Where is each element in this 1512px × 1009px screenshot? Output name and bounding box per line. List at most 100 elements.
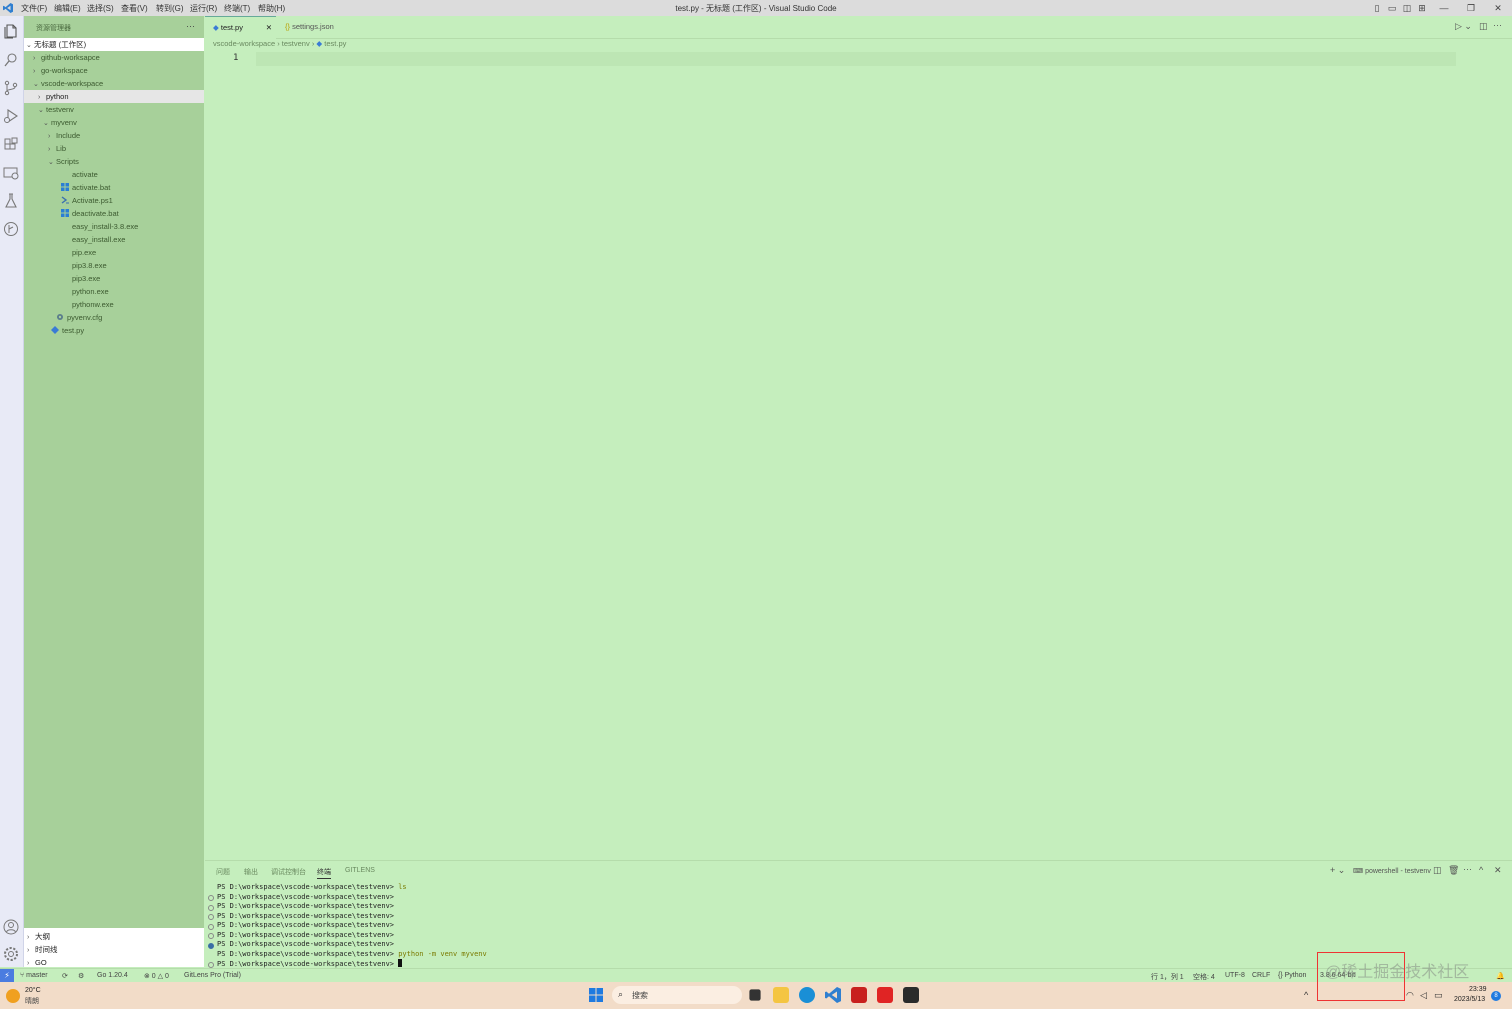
minimize-button[interactable]: — bbox=[1438, 2, 1450, 14]
tab-test-py[interactable]: ◆ test.py ✕ bbox=[205, 16, 276, 39]
menu-item[interactable]: 编辑(E) bbox=[54, 3, 81, 14]
panel-tab[interactable]: 调试控制台 bbox=[271, 867, 306, 877]
panel-tab[interactable]: 输出 bbox=[244, 867, 258, 877]
terminal-name[interactable]: ⌨ powershell - testvenv bbox=[1353, 867, 1431, 875]
tree-folder[interactable]: ⌄ Scripts bbox=[24, 155, 204, 168]
problems-status[interactable]: ⊗ 0 △ 0 bbox=[144, 972, 169, 980]
vscode-taskbar-icon[interactable] bbox=[825, 987, 841, 1003]
layout-toggle-sidebar-icon[interactable]: ▯ bbox=[1371, 2, 1383, 14]
start-windows-icon[interactable] bbox=[588, 987, 604, 1003]
run-debug-icon[interactable] bbox=[2, 107, 20, 125]
tree-folder[interactable]: › Include bbox=[24, 129, 204, 142]
remote-indicator-icon[interactable]: ⚡ bbox=[0, 969, 14, 983]
explorer-icon[interactable] bbox=[2, 22, 20, 40]
tree-file[interactable]: pip3.exe bbox=[24, 272, 204, 285]
breadcrumb-item[interactable]: test.py bbox=[324, 39, 346, 48]
accounts-icon[interactable] bbox=[2, 918, 20, 936]
branch-status[interactable]: ⑂ master bbox=[20, 972, 48, 979]
command-decoration-icon[interactable] bbox=[208, 895, 214, 901]
tree-file[interactable]: pip.exe bbox=[24, 246, 204, 259]
tree-folder[interactable]: ⌄ testvenv bbox=[24, 103, 204, 116]
command-decoration-icon[interactable] bbox=[208, 904, 214, 911]
tree-folder[interactable]: › github-worksapce bbox=[24, 51, 204, 64]
panel-tab[interactable]: GITLENS bbox=[345, 867, 375, 874]
clock-date[interactable]: 2023/5/13 bbox=[1454, 996, 1485, 1003]
workspace-root[interactable]: ⌄ 无标题 (工作区) bbox=[24, 38, 204, 51]
extensions-icon[interactable] bbox=[2, 136, 20, 154]
battery-icon[interactable]: ▭ bbox=[1434, 990, 1443, 1001]
filezilla-icon[interactable] bbox=[851, 987, 867, 1003]
terminal-app-icon[interactable] bbox=[903, 987, 919, 1003]
sidebar-section-1[interactable]: › 时间线 bbox=[24, 943, 204, 956]
tree-file[interactable]: pyvenv.cfg bbox=[24, 311, 204, 324]
file-explorer-icon[interactable] bbox=[773, 987, 789, 1003]
go-version[interactable]: Go 1.20.4 bbox=[97, 972, 128, 979]
command-decoration-icon[interactable] bbox=[208, 942, 214, 949]
tree-file[interactable]: test.py bbox=[24, 324, 204, 337]
customize-layout-icon[interactable]: ⊞ bbox=[1416, 2, 1428, 14]
breadcrumb-item[interactable]: vscode-workspace bbox=[213, 39, 275, 48]
editor-current-line[interactable] bbox=[256, 52, 1456, 66]
command-decoration-icon[interactable] bbox=[208, 914, 214, 920]
panel-tab[interactable]: 终端 bbox=[317, 867, 331, 879]
tree-folder[interactable]: › Lib bbox=[24, 142, 204, 155]
menu-item[interactable]: 选择(S) bbox=[87, 3, 114, 14]
kill-terminal-icon[interactable]: 🗑 bbox=[1448, 865, 1459, 876]
clock-time[interactable]: 23:39 bbox=[1469, 986, 1487, 993]
menu-item[interactable]: 运行(R) bbox=[190, 3, 217, 14]
task-view-icon[interactable] bbox=[749, 989, 761, 1001]
close-tab-icon[interactable]: ✕ bbox=[266, 17, 272, 39]
panel-tab[interactable]: 问题 bbox=[216, 867, 230, 877]
volume-icon[interactable]: ◁ bbox=[1420, 990, 1427, 1001]
taskbar-search[interactable]: ⌕ 搜索 bbox=[612, 986, 742, 1004]
indentation[interactable]: 空格: 4 bbox=[1193, 972, 1215, 982]
menu-item[interactable]: 文件(F) bbox=[21, 3, 47, 14]
encoding[interactable]: UTF-8 bbox=[1225, 972, 1245, 979]
layout-toggle-secondary-icon[interactable]: ◫ bbox=[1401, 2, 1413, 14]
sidebar-section-0[interactable]: › 大纲 bbox=[24, 930, 204, 943]
source-control-icon[interactable] bbox=[2, 79, 20, 97]
tree-file[interactable]: Activate.ps1 bbox=[24, 194, 204, 207]
go-tools-icon[interactable]: ⚙ bbox=[78, 972, 84, 980]
command-decoration-icon[interactable] bbox=[208, 933, 214, 939]
tree-file[interactable]: pip3.8.exe bbox=[24, 259, 204, 272]
testing-icon[interactable] bbox=[2, 192, 20, 210]
command-decoration-icon[interactable] bbox=[208, 923, 214, 930]
tree-file[interactable]: python.exe bbox=[24, 285, 204, 298]
menu-item[interactable]: 查看(V) bbox=[121, 3, 148, 14]
tree-file[interactable]: pythonw.exe bbox=[24, 298, 204, 311]
tree-folder[interactable]: ⌄ vscode-workspace bbox=[24, 77, 204, 90]
notification-count-badge[interactable]: 8 bbox=[1491, 991, 1501, 1001]
more-actions-button[interactable]: ··· bbox=[186, 21, 195, 31]
menu-item[interactable]: 转到(G) bbox=[156, 3, 184, 14]
panel-more-icon[interactable]: ··· bbox=[1463, 864, 1472, 874]
tab-settings-json[interactable]: {} settings.json bbox=[277, 16, 355, 38]
gitlens-status[interactable]: GitLens Pro (Trial) bbox=[184, 972, 241, 979]
search-icon[interactable] bbox=[2, 51, 20, 69]
end-of-line[interactable]: CRLF bbox=[1252, 972, 1270, 979]
split-terminal-icon[interactable]: ◫ bbox=[1433, 865, 1442, 876]
close-window-button[interactable]: ✕ bbox=[1492, 2, 1504, 14]
edge-browser-icon[interactable] bbox=[799, 987, 815, 1003]
remote-explorer-icon[interactable] bbox=[2, 164, 20, 182]
tree-file[interactable]: activate bbox=[24, 168, 204, 181]
tree-folder[interactable]: › go-workspace bbox=[24, 64, 204, 77]
editor-more-icon[interactable]: ··· bbox=[1493, 20, 1502, 30]
pdf-reader-icon[interactable] bbox=[877, 987, 893, 1003]
wifi-icon[interactable]: ◠ bbox=[1406, 990, 1414, 1001]
command-decoration-icon[interactable] bbox=[208, 961, 214, 968]
tray-expand-icon[interactable]: ^ bbox=[1304, 990, 1308, 1000]
tree-file[interactable]: easy_install.exe bbox=[24, 233, 204, 246]
cursor-position[interactable]: 行 1，列 1 bbox=[1151, 972, 1184, 982]
maximize-panel-icon[interactable]: ^ bbox=[1479, 865, 1483, 875]
tree-file[interactable]: activate.bat bbox=[24, 181, 204, 194]
breadcrumb-item[interactable]: testvenv bbox=[282, 39, 310, 48]
layout-toggle-panel-icon[interactable]: ▭ bbox=[1386, 2, 1398, 14]
tree-folder[interactable]: › python bbox=[24, 90, 204, 103]
sync-icon[interactable]: ⟳ bbox=[62, 972, 68, 980]
manage-gear-icon[interactable] bbox=[2, 945, 20, 963]
tree-file[interactable]: easy_install-3.8.exe bbox=[24, 220, 204, 233]
tree-file[interactable]: deactivate.bat bbox=[24, 207, 204, 220]
split-editor-icon[interactable]: ◫ bbox=[1479, 21, 1488, 32]
language-mode[interactable]: {} Python bbox=[1278, 972, 1306, 979]
